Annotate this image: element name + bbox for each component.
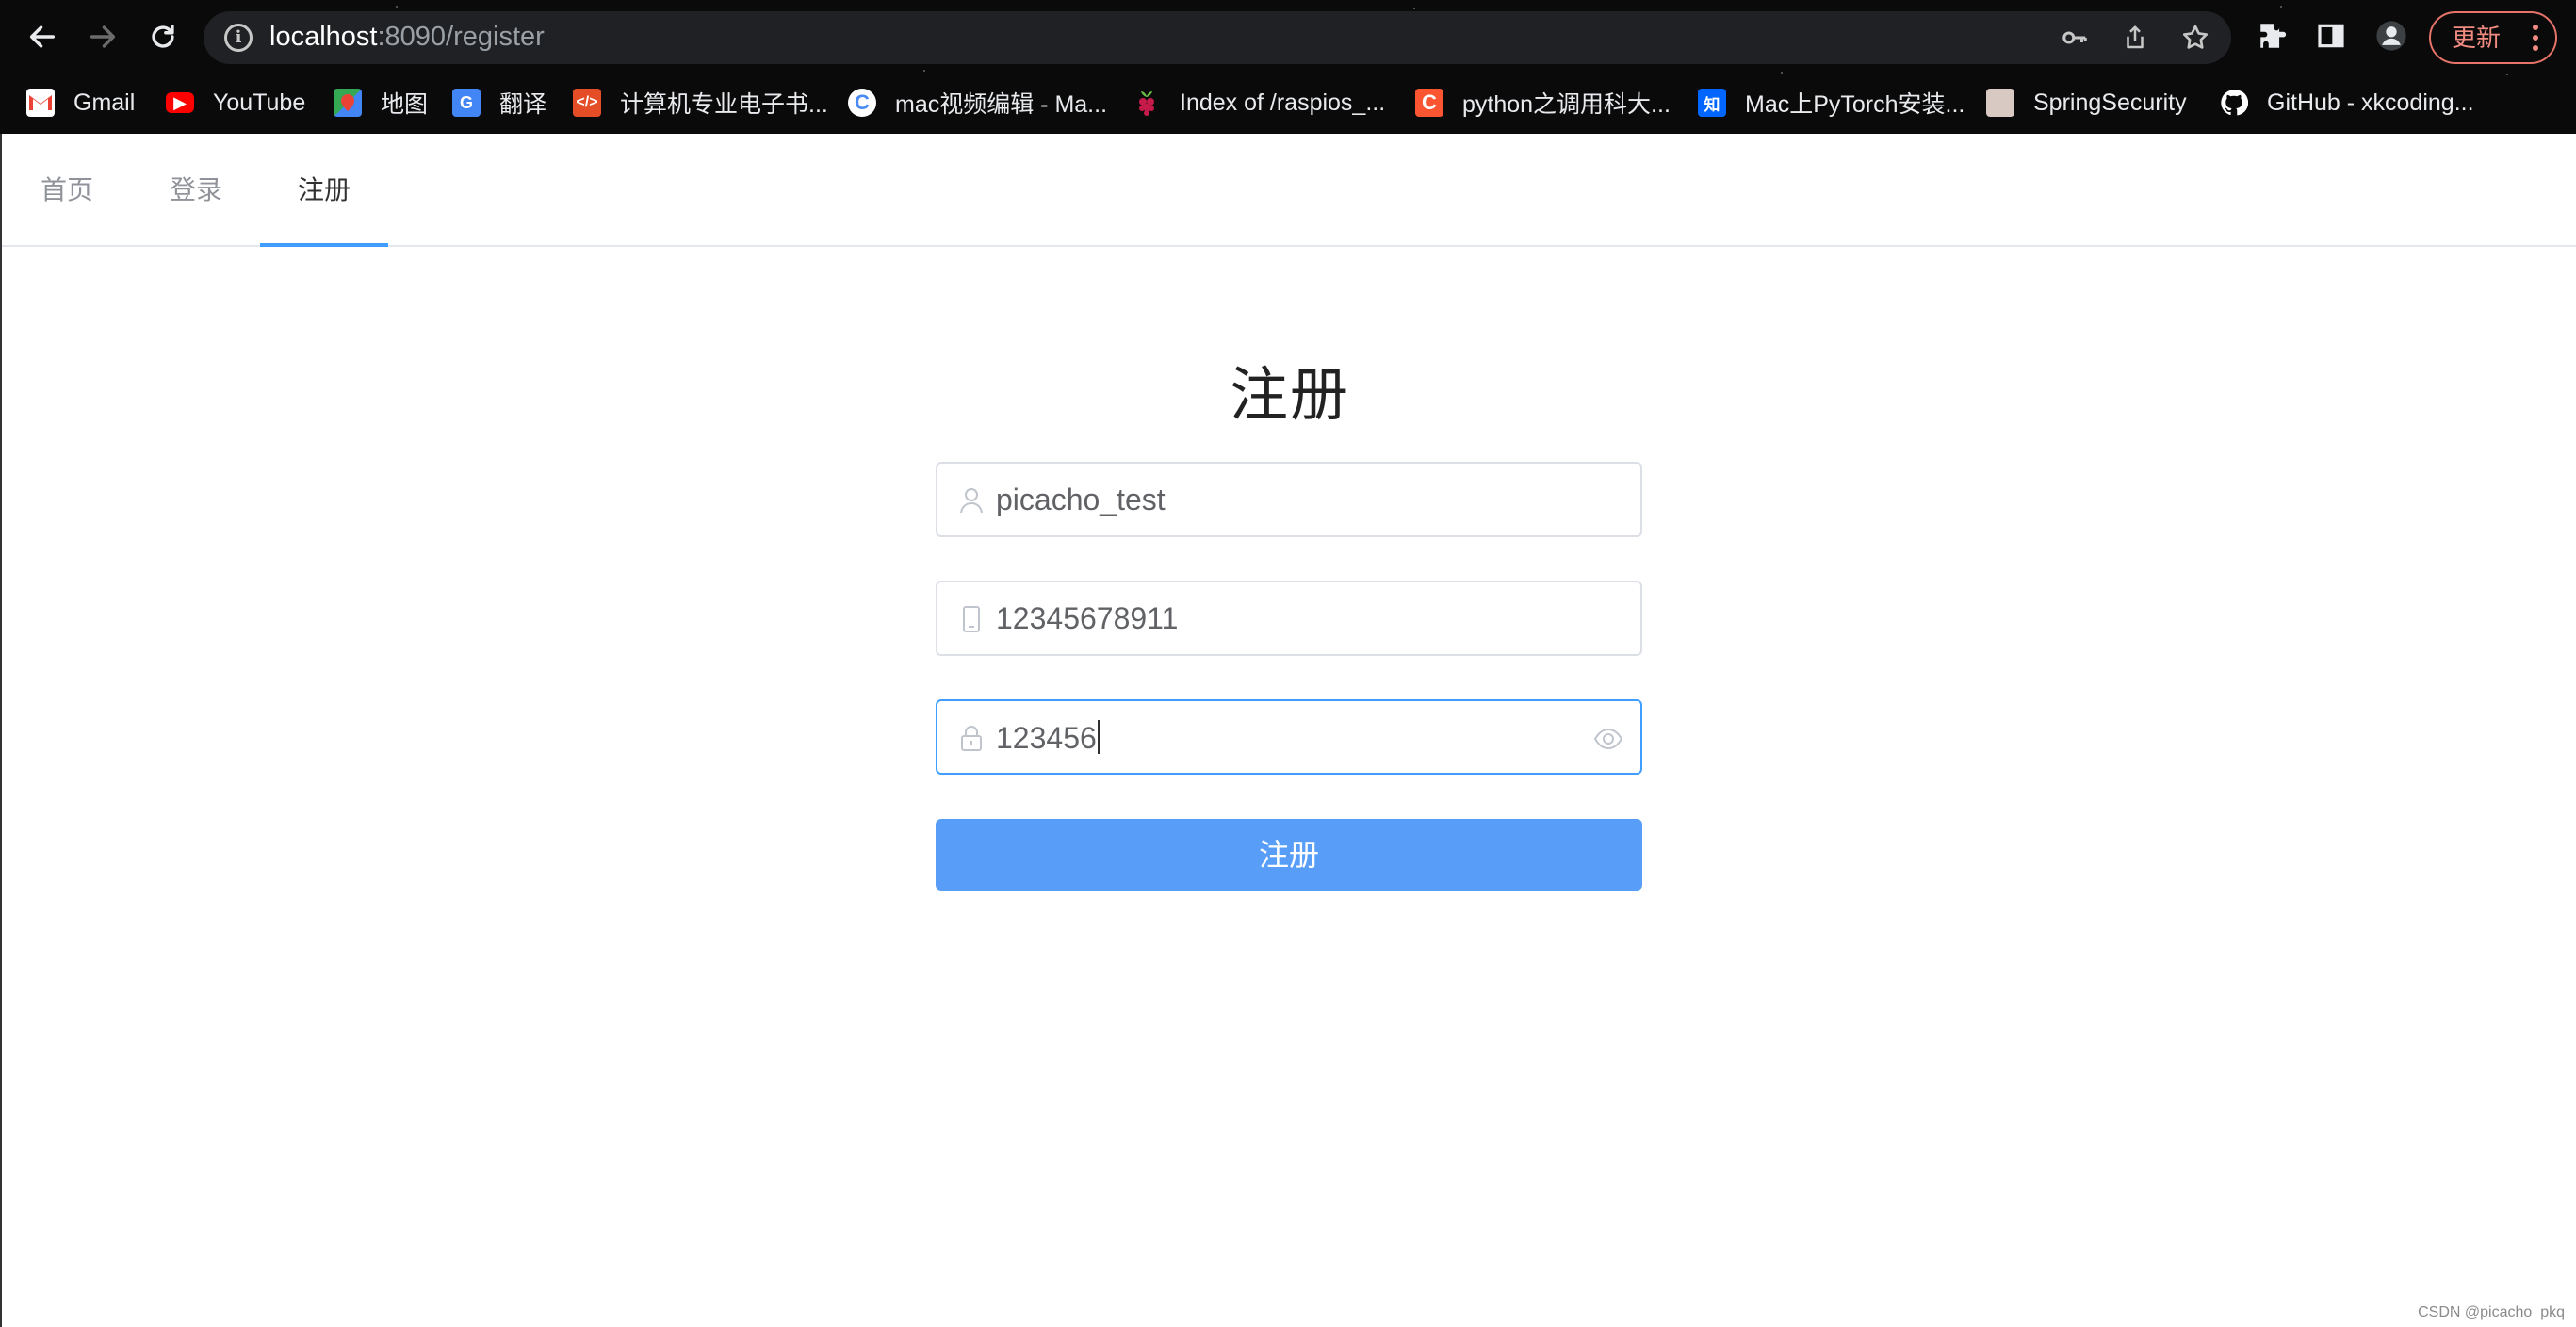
username-input[interactable]: picacho_test — [996, 483, 1166, 517]
youtube-icon: ▶ — [166, 92, 194, 113]
key-icon[interactable] — [2060, 23, 2090, 53]
page-content: 首页 登录 注册 注册 picacho_test 12345678911 123… — [0, 134, 2576, 1327]
update-button[interactable]: 更新 — [2429, 11, 2557, 64]
back-button[interactable] — [19, 13, 66, 60]
bookmark-gmail[interactable]: Gmail — [26, 79, 135, 126]
username-field[interactable]: picacho_test — [936, 462, 1642, 537]
bookmark-raspios[interactable]: Index of /raspios_... — [1133, 79, 1385, 126]
c-icon: C — [848, 89, 876, 117]
phone-field[interactable]: 12345678911 — [936, 581, 1642, 656]
csdn-icon: C — [1415, 89, 1443, 117]
page-title: 注册 — [1229, 363, 1350, 428]
text-cursor — [1097, 720, 1100, 754]
lock-icon — [961, 726, 982, 751]
bookmark-pytorch[interactable]: 知 Mac上PyTorch安装... — [1698, 79, 1965, 126]
password-field[interactable]: 123456 — [936, 699, 1642, 775]
bookmarks-bar: Gmail ▶ YouTube 地图 G 翻译 </> 计算机专业电子书... … — [0, 79, 2576, 126]
forward-button[interactable] — [79, 13, 126, 60]
zhihu-icon: 知 — [1698, 89, 1726, 117]
bookmark-mac-video[interactable]: C mac视频编辑 - Ma... — [848, 79, 1107, 126]
mobile-phone-icon — [963, 606, 980, 632]
address-bar[interactable]: i localhost:8090/register — [204, 11, 2231, 64]
tab-register[interactable]: 注册 — [260, 134, 388, 247]
share-icon[interactable] — [2120, 23, 2150, 53]
avatar-icon — [1986, 89, 2014, 117]
bookmark-maps[interactable]: 地图 — [334, 79, 428, 126]
top-nav-menu: 首页 登录 注册 — [2, 134, 2576, 247]
bookmark-springsecurity[interactable]: SpringSecurity — [1986, 79, 2187, 126]
phone-input[interactable]: 12345678911 — [996, 601, 1178, 636]
menu-dots-icon — [2533, 25, 2538, 51]
raspberry-icon — [1133, 89, 1161, 117]
back-arrow-icon — [29, 25, 56, 48]
register-button[interactable]: 注册 — [936, 819, 1642, 891]
bookmark-github[interactable]: GitHub - xkcoding... — [2220, 79, 2474, 126]
side-panel-icon[interactable] — [2314, 19, 2348, 53]
bookmark-youtube[interactable]: ▶ YouTube — [166, 79, 305, 126]
bookmark-translate[interactable]: G 翻译 — [452, 79, 546, 126]
reload-icon — [152, 24, 174, 48]
github-icon — [2220, 89, 2248, 117]
code-icon: </> — [573, 89, 601, 117]
user-icon — [960, 488, 983, 514]
translate-icon: G — [452, 89, 481, 117]
watermark: CSDN @picacho_pkq — [2418, 1304, 2565, 1320]
bookmark-python-csdn[interactable]: C python之调用科大... — [1415, 79, 1671, 126]
tab-login[interactable]: 登录 — [132, 134, 260, 247]
bookmark-star-icon[interactable] — [2180, 23, 2210, 53]
tab-home[interactable]: 首页 — [2, 134, 132, 247]
reload-button[interactable] — [139, 13, 187, 60]
maps-icon — [334, 89, 362, 117]
password-input[interactable]: 123456 — [996, 720, 1100, 756]
profile-icon[interactable] — [2374, 19, 2408, 53]
browser-chrome: i localhost:8090/register 更新 Gmail ▶ You… — [0, 0, 2576, 134]
gmail-icon — [26, 89, 55, 117]
site-info-icon[interactable]: i — [224, 24, 253, 52]
forward-arrow-icon — [90, 25, 116, 48]
eye-icon[interactable] — [1593, 726, 1623, 752]
extensions-icon[interactable] — [2256, 19, 2290, 53]
url-text[interactable]: localhost:8090/register — [269, 22, 545, 53]
bookmark-ebooks[interactable]: </> 计算机专业电子书... — [573, 79, 828, 126]
